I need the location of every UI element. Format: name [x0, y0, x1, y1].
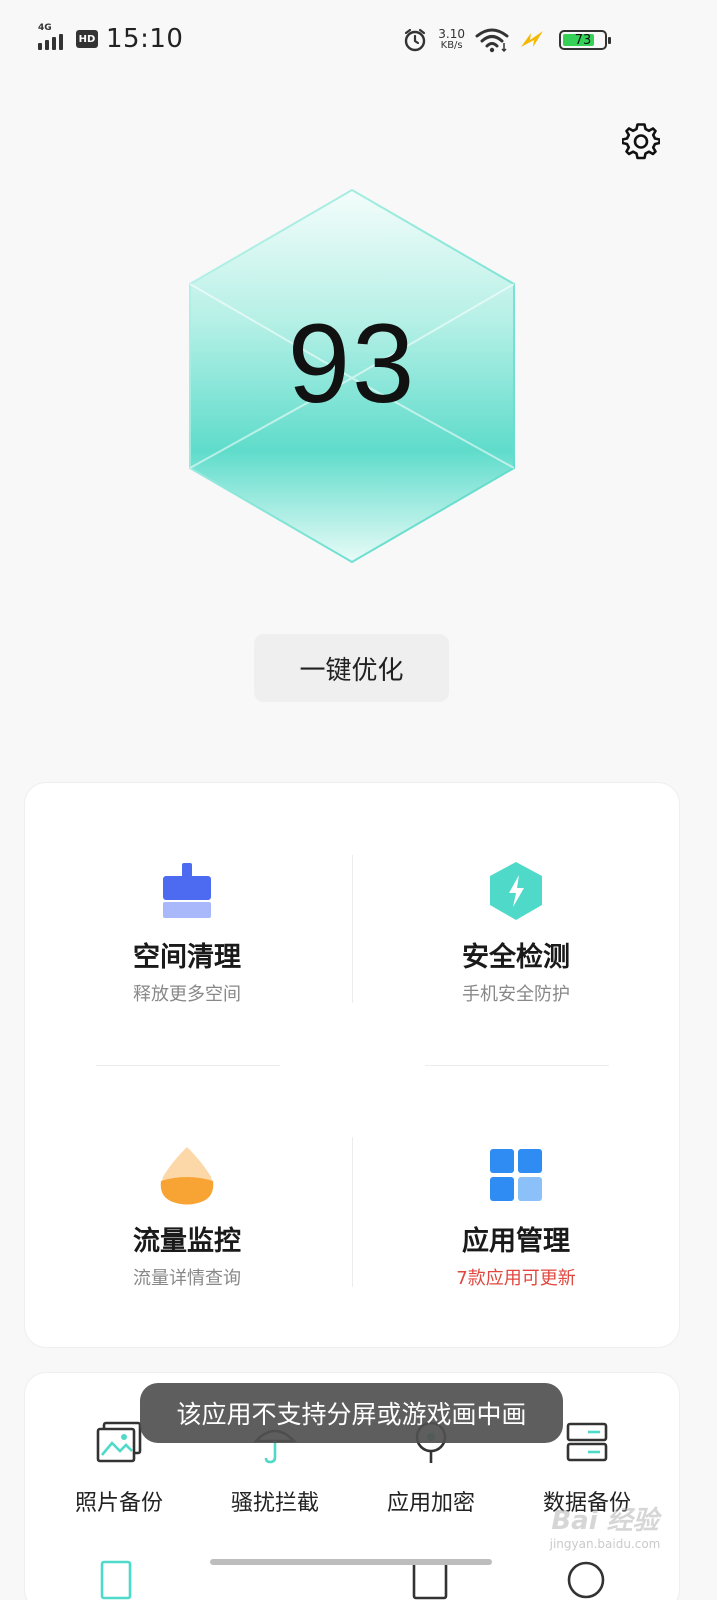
- battery-level: 73: [574, 32, 592, 48]
- device-icon[interactable]: [412, 1560, 448, 1600]
- photo-icon: [96, 1421, 142, 1463]
- security-center-screen: 4G HD 15:10 3.10 KB/s 73 93 一键优化 空间清理 释放…: [0, 0, 717, 1600]
- clock: 15:10: [106, 24, 184, 54]
- battery-icon: 73: [559, 30, 611, 50]
- alarm-icon: [405, 28, 426, 52]
- signal-icon: 4G: [38, 23, 68, 52]
- feature-subtitle: 7款应用可更新: [456, 1268, 576, 1289]
- watermark-logo: Bai 经验: [551, 1506, 659, 1536]
- feature-subtitle: 释放更多空间: [133, 984, 241, 1005]
- tool-label: 照片备份: [74, 1491, 163, 1516]
- shield-bolt-icon: [490, 862, 542, 920]
- optimize-button[interactable]: 一键优化: [254, 634, 449, 702]
- gear-icon[interactable]: [622, 122, 660, 160]
- speed-value: 3.10: [438, 27, 465, 41]
- document-icon[interactable]: [100, 1560, 134, 1600]
- grid-icon: [490, 1149, 542, 1201]
- tool-label: 应用加密: [386, 1491, 475, 1516]
- feature-title: 流量监控: [133, 1226, 241, 1257]
- feature-title: 空间清理: [133, 942, 241, 973]
- feature-subtitle: 流量详情查询: [133, 1268, 241, 1289]
- feature-data-monitor[interactable]: 流量监控 流量详情查询: [67, 1145, 307, 1290]
- feature-subtitle: 手机安全防护: [462, 984, 570, 1005]
- feature-card: 空间清理 释放更多空间 安全检测 手机安全防护 流量监控 流量详情查询 应用管理…: [24, 782, 680, 1348]
- status-left: 4G HD 15:10: [38, 23, 184, 54]
- feature-security-check[interactable]: 安全检测 手机安全防护: [396, 861, 636, 1006]
- watermark-url: jingyan.baidu.com: [549, 1537, 661, 1551]
- status-bar: 4G HD 15:10 3.10 KB/s 73: [0, 0, 717, 82]
- network-type: 4G: [38, 23, 52, 33]
- charging-icon: [521, 31, 543, 47]
- watermark: Bai 经验 jingyan.baidu.com: [540, 1500, 670, 1551]
- toast-message: 该应用不支持分屏或游戏画中画: [140, 1383, 563, 1443]
- score-value: 93: [287, 301, 417, 426]
- feature-title: 安全检测: [462, 942, 570, 973]
- broom-icon: [163, 863, 211, 918]
- speed-unit: KB/s: [440, 40, 463, 51]
- status-right: 3.10 KB/s 73: [402, 24, 611, 56]
- drop-icon: [160, 1147, 214, 1205]
- feature-app-management[interactable]: 应用管理 7款应用可更新: [396, 1145, 636, 1290]
- tool-label: 骚扰拦截: [230, 1491, 319, 1516]
- storage-icon: [566, 1422, 608, 1462]
- feature-space-clean[interactable]: 空间清理 释放更多空间: [67, 861, 307, 1006]
- feature-title: 应用管理: [462, 1226, 570, 1257]
- network-speed: 3.10 KB/s: [438, 28, 465, 52]
- health-score: 93: [188, 188, 516, 564]
- hd-icon: HD: [76, 30, 98, 48]
- wifi-icon: [475, 28, 509, 53]
- home-indicator[interactable]: [210, 1559, 492, 1565]
- circle-icon[interactable]: [566, 1560, 606, 1600]
